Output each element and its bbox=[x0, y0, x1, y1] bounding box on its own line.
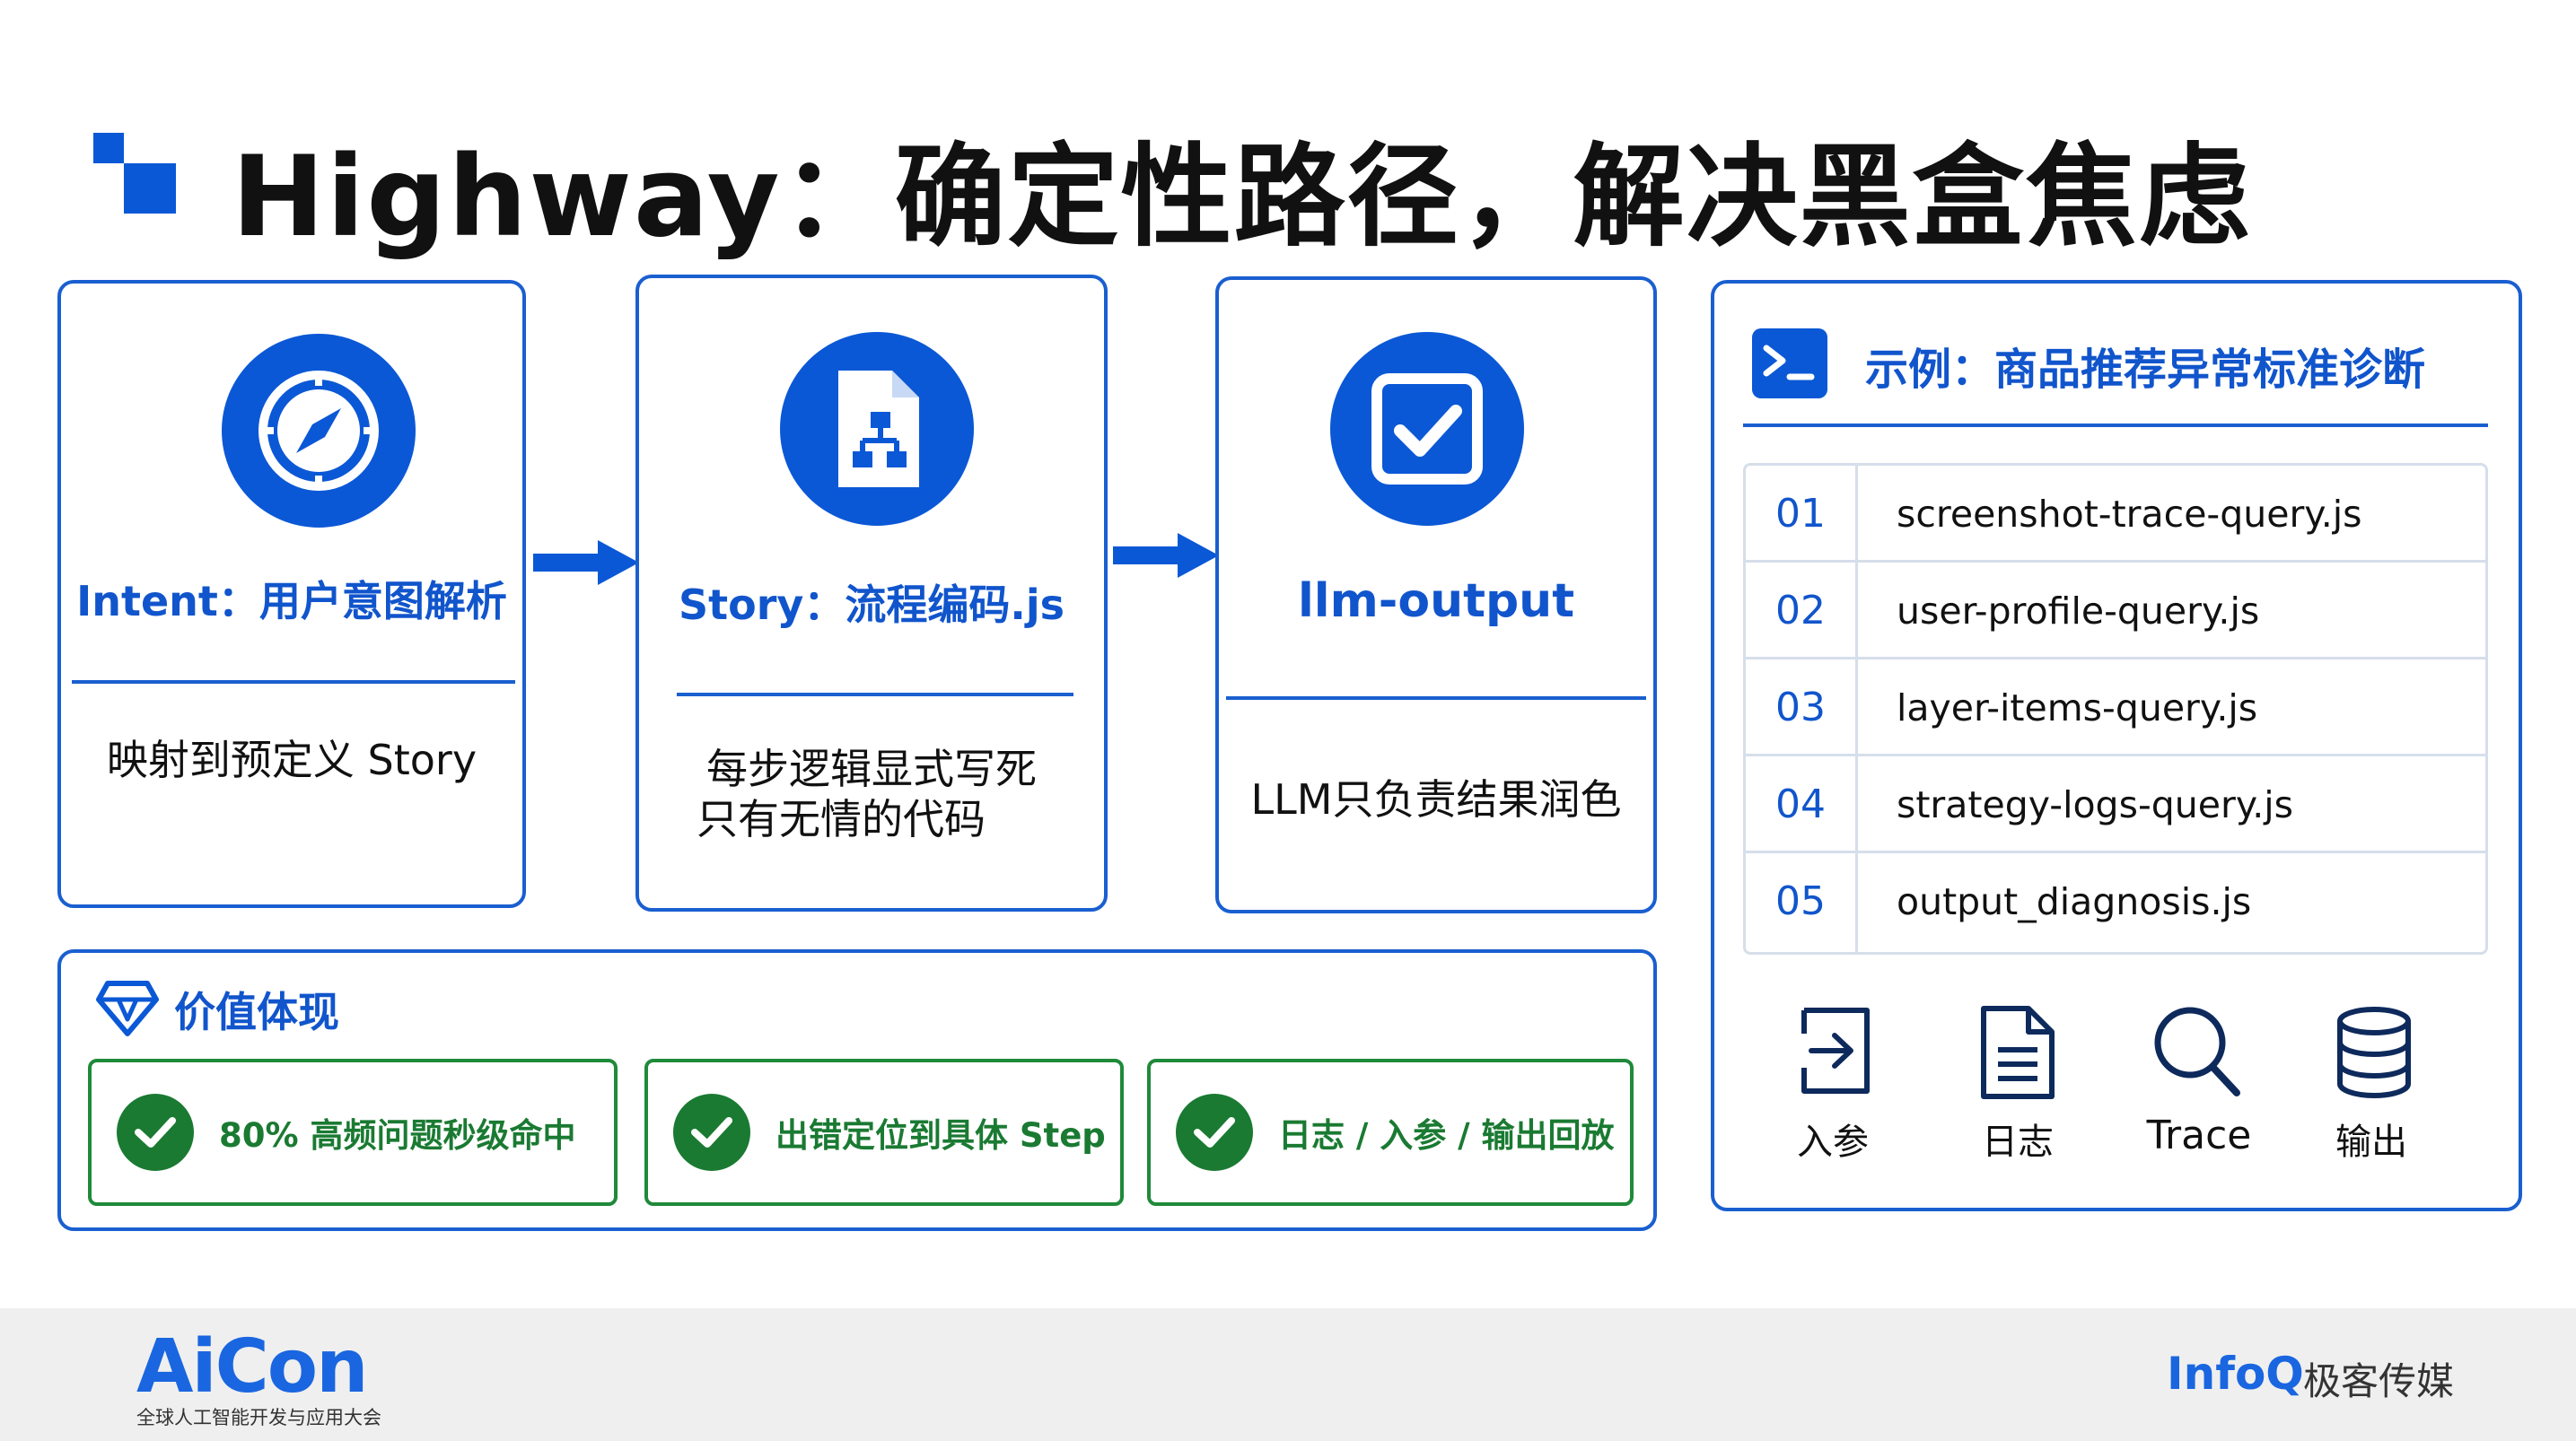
flow-document-icon bbox=[780, 332, 974, 526]
list-item: 04 strategy-logs-query.js bbox=[1746, 756, 2485, 853]
intent-card: Intent：用户意图解析 映射到预定义 Story bbox=[57, 280, 526, 908]
flow-arrow-icon bbox=[533, 540, 639, 585]
step-number: 04 bbox=[1775, 782, 1826, 827]
step-file: screenshot-trace-query.js bbox=[1897, 493, 2362, 536]
llm-output-card: llm-output LLM只负责结果润色 bbox=[1215, 276, 1657, 913]
database-icon bbox=[2337, 1007, 2411, 1098]
step-number: 01 bbox=[1775, 491, 1826, 537]
list-item: 02 user-profile-query.js bbox=[1746, 563, 2485, 659]
divider bbox=[1226, 696, 1646, 700]
aicon-subtitle: 全球人工智能开发与应用大会 bbox=[136, 1407, 381, 1428]
example-panel: 示例：商品推荐异常标准诊断 01 screenshot-trace-query.… bbox=[1711, 280, 2522, 1211]
step-file: strategy-logs-query.js bbox=[1897, 783, 2294, 826]
llm-output-card-body: LLM只负责结果润色 bbox=[1250, 775, 1622, 824]
step-number: 03 bbox=[1775, 685, 1826, 730]
check-icon bbox=[673, 1094, 750, 1171]
llm-output-card-heading: llm-output bbox=[1297, 574, 1575, 628]
divider bbox=[1743, 424, 2488, 427]
compass-icon bbox=[222, 334, 416, 528]
list-item: 03 layer-items-query.js bbox=[1746, 659, 2485, 756]
story-card: Story：流程编码.js 每步逻辑显式写死 只有无情的代码 bbox=[635, 275, 1108, 912]
divider bbox=[677, 693, 1073, 696]
value-item-text: 日志 / 入参 / 输出回放 bbox=[1278, 1116, 1615, 1155]
list-item: 05 output_diagnosis.js bbox=[1746, 853, 2485, 950]
checkbox-icon bbox=[1330, 332, 1524, 526]
partner-name: 极客传媒 bbox=[2303, 1359, 2455, 1403]
step-list: 01 screenshot-trace-query.js 02 user-pro… bbox=[1743, 463, 2488, 955]
value-item: 日志 / 入参 / 输出回放 bbox=[1147, 1059, 1634, 1206]
page-title: Highway：确定性路径，解决黑盒焦虑 bbox=[232, 133, 2252, 262]
aicon-logo: AiCon bbox=[136, 1324, 368, 1410]
story-card-body-line-2: 只有无情的代码 bbox=[697, 795, 986, 843]
flow-arrow-icon bbox=[1113, 533, 1219, 578]
title-squares-icon bbox=[93, 133, 176, 214]
step-number: 05 bbox=[1775, 878, 1826, 924]
infoq-logo: InfoQ bbox=[2167, 1348, 2304, 1400]
value-item: 80% 高频问题秒级命中 bbox=[88, 1059, 618, 1206]
tool-label-trace: Trace bbox=[2146, 1113, 2252, 1158]
diamond-icon bbox=[96, 981, 159, 1036]
step-number: 02 bbox=[1775, 588, 1826, 633]
value-item-text: 80% 高频问题秒级命中 bbox=[219, 1116, 576, 1155]
log-document-icon bbox=[1981, 1006, 2055, 1099]
tool-label-input: 入参 bbox=[1797, 1122, 1869, 1163]
value-panel: 价值体现 80% 高频问题秒级命中 出错定位到具体 Step 日志 / 入参 /… bbox=[57, 949, 1657, 1231]
step-file: layer-items-query.js bbox=[1897, 686, 2258, 729]
terminal-icon bbox=[1752, 328, 1827, 398]
value-panel-title: 价值体现 bbox=[174, 988, 339, 1036]
value-item: 出错定位到具体 Step bbox=[644, 1059, 1124, 1206]
example-title: 示例：商品推荐异常标准诊断 bbox=[1865, 345, 2426, 395]
input-arrow-icon bbox=[1801, 1008, 1870, 1094]
magnifier-icon bbox=[2154, 1007, 2240, 1096]
story-card-heading: Story：流程编码.js bbox=[678, 581, 1065, 629]
list-item: 01 screenshot-trace-query.js bbox=[1746, 466, 2485, 563]
tool-label-log: 日志 bbox=[1982, 1122, 2054, 1163]
intent-card-body: 映射到预定义 Story bbox=[106, 736, 478, 784]
check-icon bbox=[117, 1094, 194, 1171]
divider bbox=[72, 680, 515, 684]
tool-label-output: 输出 bbox=[2335, 1122, 2407, 1163]
step-file: user-profile-query.js bbox=[1897, 590, 2260, 633]
intent-card-heading: Intent：用户意图解析 bbox=[76, 577, 507, 625]
check-icon bbox=[1176, 1094, 1253, 1171]
step-file: output_diagnosis.js bbox=[1897, 880, 2252, 923]
value-item-text: 出错定位到具体 Step bbox=[775, 1116, 1106, 1155]
story-card-body-line-1: 每步逻辑显式写死 bbox=[706, 745, 1037, 793]
footer: AiCon 全球人工智能开发与应用大会 InfoQ 极客传媒 bbox=[0, 1308, 2576, 1441]
